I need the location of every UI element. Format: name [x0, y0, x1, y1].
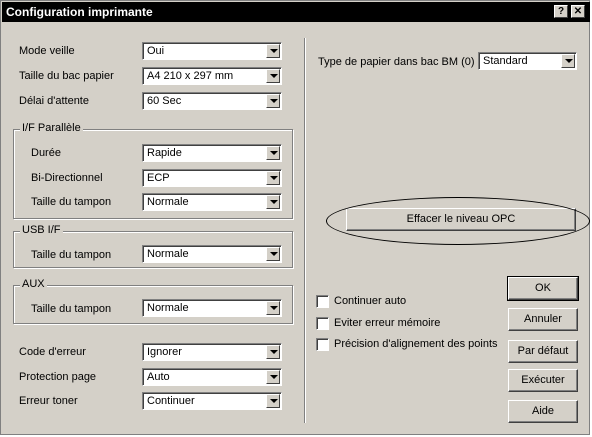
chevron-down-icon[interactable] [266, 69, 280, 83]
mode-veille-label: Mode veille [19, 45, 75, 57]
aux-buffer-label: Taille du tampon [31, 303, 112, 315]
chevron-down-icon[interactable] [266, 370, 280, 384]
timeout-label: Délai d'attente [19, 95, 89, 107]
default-button[interactable]: Par défaut [508, 340, 578, 363]
chevron-down-icon[interactable] [266, 146, 280, 160]
error-code-select[interactable]: Ignorer [142, 343, 282, 361]
usb-group-title: USB I/F [20, 224, 63, 236]
paper-tray-size-label: Taille du bac papier [19, 70, 114, 82]
toner-error-select[interactable]: Continuer [142, 392, 282, 410]
mode-veille-select[interactable]: Oui [142, 42, 282, 60]
toner-error-label: Erreur toner [19, 395, 78, 407]
chevron-down-icon[interactable] [266, 301, 280, 315]
usb-buffer-select[interactable]: Normale [142, 245, 282, 263]
ok-button[interactable]: OK [507, 276, 579, 301]
parallel-buffer-select[interactable]: Normale [142, 193, 282, 211]
paper-type-select[interactable]: Standard [478, 52, 577, 70]
window-title: Configuration imprimante [6, 5, 153, 19]
avoid-memory-error-label: Eviter erreur mémoire [334, 317, 441, 329]
cancel-button[interactable]: Annuler [508, 308, 578, 331]
vertical-divider [304, 38, 306, 423]
avoid-memory-error-checkbox[interactable] [316, 317, 329, 330]
error-code-value: Ignorer [147, 346, 182, 358]
duration-select[interactable]: Rapide [142, 144, 282, 162]
parallel-buffer-value: Normale [147, 196, 189, 208]
chevron-down-icon[interactable] [561, 54, 575, 68]
chevron-down-icon[interactable] [266, 345, 280, 359]
chevron-down-icon[interactable] [266, 171, 280, 185]
help-button[interactable]: ? [554, 5, 568, 18]
printer-config-dialog: Configuration imprimante ? ✕ Mode veille… [0, 0, 590, 435]
aux-buffer-select[interactable]: Normale [142, 299, 282, 317]
duration-value: Rapide [147, 147, 182, 159]
chevron-down-icon[interactable] [266, 394, 280, 408]
error-code-label: Code d'erreur [19, 346, 86, 358]
paper-type-label: Type de papier dans bac BM (0) [318, 56, 475, 68]
toner-error-value: Continuer [147, 395, 195, 407]
help-text-button[interactable]: Aide [508, 400, 578, 423]
title-bar[interactable]: Configuration imprimante ? ✕ [2, 2, 590, 22]
execute-button[interactable]: Exécuter [508, 369, 578, 392]
dot-alignment-label: Précision d'alignement des points [334, 338, 498, 350]
timeout-value: 60 Sec [147, 95, 182, 107]
bidirectional-value: ECP [147, 172, 170, 184]
paper-tray-size-select[interactable]: A4 210 x 297 mm [142, 67, 282, 85]
parallel-buffer-label: Taille du tampon [31, 196, 112, 208]
chevron-down-icon[interactable] [266, 44, 280, 58]
chevron-down-icon[interactable] [266, 247, 280, 261]
page-protection-select[interactable]: Auto [142, 368, 282, 386]
bidirectional-label: Bi-Directionnel [31, 172, 103, 184]
clear-opc-button[interactable]: Effacer le niveau OPC [346, 208, 576, 231]
bidirectional-select[interactable]: ECP [142, 169, 282, 187]
duration-label: Durée [31, 147, 61, 159]
close-button[interactable]: ✕ [571, 5, 585, 18]
mode-veille-value: Oui [147, 45, 165, 57]
page-protection-value: Auto [147, 371, 170, 383]
chevron-down-icon[interactable] [266, 94, 280, 108]
usb-buffer-value: Normale [147, 248, 189, 260]
auto-continue-label: Continuer auto [334, 295, 407, 307]
aux-group-title: AUX [20, 278, 47, 290]
paper-tray-size-value: A4 210 x 297 mm [147, 70, 234, 82]
dot-alignment-checkbox[interactable] [316, 338, 329, 351]
chevron-down-icon[interactable] [266, 195, 280, 209]
aux-buffer-value: Normale [147, 302, 189, 314]
usb-buffer-label: Taille du tampon [31, 249, 112, 261]
page-protection-label: Protection page [19, 371, 97, 383]
parallel-group-title: I/F Parallèle [20, 122, 83, 134]
timeout-select[interactable]: 60 Sec [142, 92, 282, 110]
auto-continue-checkbox[interactable] [316, 295, 329, 308]
paper-type-value: Standard [483, 55, 528, 67]
